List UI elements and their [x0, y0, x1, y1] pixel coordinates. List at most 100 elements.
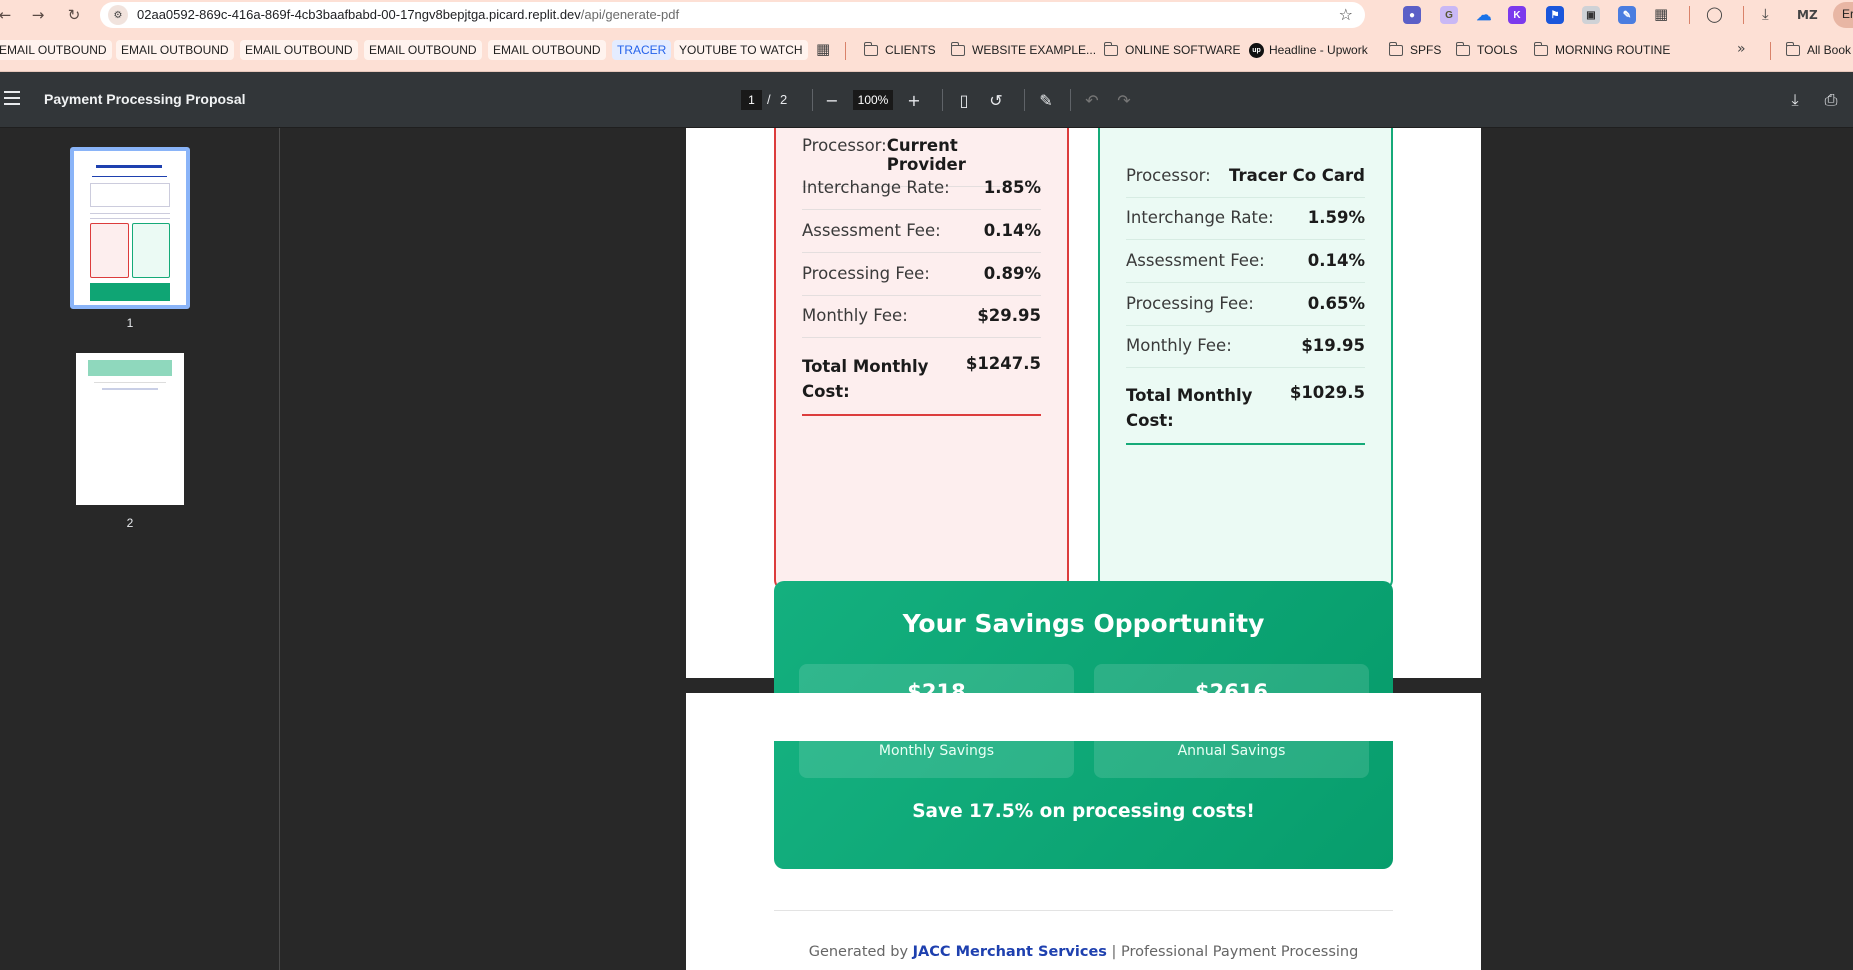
bookmark-label: CLIENTS — [885, 43, 936, 57]
bookmarks-bar: EMAIL OUTBOUND EMAIL OUTBOUND EMAIL OUTB… — [0, 30, 1853, 72]
bookmark-email-outbound-1[interactable]: EMAIL OUTBOUND — [0, 40, 112, 60]
current-provider-card: Processor: Current Provider Interchange … — [774, 128, 1069, 590]
footer-suffix: | Professional Payment Processing — [1111, 944, 1359, 960]
back-arrow-icon[interactable]: ← — [0, 4, 16, 26]
zoom-in-icon[interactable]: + — [902, 88, 926, 112]
total-label: Total Monthly Cost: — [802, 357, 929, 401]
zoom-level-input[interactable]: 100% — [853, 90, 893, 110]
page-thumbnail-1[interactable] — [70, 147, 190, 309]
current-monthly-fee-row: Monthly Fee: $29.95 — [802, 306, 1041, 338]
bookmark-email-outbound-4[interactable]: EMAIL OUTBOUND — [364, 40, 482, 60]
more-bookmarks-chevron-icon[interactable]: » — [1737, 41, 1746, 57]
bookmark-upwork[interactable]: up Headline - Upwork — [1249, 40, 1368, 60]
pdf-page-2: Monthly Savings Annual Savings Save 17.5… — [686, 693, 1481, 970]
site-info-icon[interactable]: ⚙ — [108, 5, 128, 25]
undo-icon[interactable]: ↶ — [1080, 88, 1104, 112]
bookmark-star-icon[interactable]: ☆ — [1339, 5, 1353, 24]
total-pages: 2 — [780, 92, 788, 107]
extension-cast-icon[interactable]: ▣ — [1582, 6, 1600, 24]
bookmark-folder-morning-routine[interactable]: MORNING ROUTINE — [1533, 40, 1671, 60]
browser-address-row: ← → ↻ ⚙ 02aa0592-869c-416a-869f-4cb3baaf… — [0, 0, 1853, 30]
folder-icon — [1455, 41, 1470, 56]
extension-cloud-icon[interactable]: ☁ — [1475, 6, 1493, 24]
thumbnail-label-2: 2 — [126, 516, 134, 530]
total-value: $1029.5 — [1289, 383, 1365, 402]
thumbnail-label-1: 1 — [126, 316, 134, 330]
profile-button[interactable]: Er — [1833, 2, 1853, 28]
bookmark-label: WEBSITE EXAMPLE... — [972, 43, 1097, 57]
address-bar[interactable]: ⚙ 02aa0592-869c-416a-869f-4cb3baafbabd-0… — [100, 2, 1365, 28]
thumbnail-preview — [76, 353, 184, 505]
savings-title: Your Savings Opportunity — [902, 609, 1265, 638]
total-value: $1247.5 — [965, 354, 1041, 373]
bookmark-folder-website-example[interactable]: WEBSITE EXAMPLE... — [950, 40, 1097, 60]
folder-icon — [1388, 41, 1403, 56]
bookmark-folder-tools[interactable]: TOOLS — [1455, 40, 1518, 60]
extension-copilot-icon[interactable]: ● — [1403, 6, 1421, 24]
row-label: Monthly Fee: — [802, 306, 908, 325]
extension-mz-icon[interactable]: MZ — [1797, 8, 1818, 22]
bookmark-tracer[interactable]: TRACER — [612, 40, 672, 60]
redo-icon[interactable]: ↷ — [1112, 88, 1136, 112]
menu-hamburger-icon[interactable] — [4, 91, 20, 105]
bookmark-youtube-to-watch[interactable]: YOUTUBE TO WATCH — [674, 40, 808, 60]
row-value: 0.89% — [983, 264, 1041, 283]
page-separator: / — [767, 92, 771, 107]
row-label: Processor: — [802, 136, 887, 155]
tracer-assessment-row: Assessment Fee: 0.14% — [1126, 251, 1365, 283]
monthly-savings-label: Monthly Savings — [799, 741, 1074, 778]
print-icon[interactable]: ⎙ — [1819, 88, 1843, 112]
bookmark-folder-all-bookmarks[interactable]: All Book — [1785, 40, 1852, 60]
row-value: $29.95 — [977, 306, 1041, 325]
extension-puzzle-badge-icon[interactable]: ✎ — [1618, 6, 1636, 24]
extension-k-icon[interactable]: K — [1508, 6, 1526, 24]
current-page-input[interactable]: 1 — [741, 90, 762, 110]
savings-opportunity-box-continued: Monthly Savings Annual Savings Save 17.5… — [774, 741, 1393, 869]
annotate-pen-icon[interactable]: ✎ — [1034, 88, 1058, 112]
zoom-out-icon[interactable]: − — [820, 88, 844, 112]
bookmark-folder-clients[interactable]: CLIENTS — [863, 40, 936, 60]
folder-icon — [1533, 41, 1548, 56]
page-thumbnail-2[interactable] — [76, 353, 184, 505]
pdf-document-area[interactable]: Processor: Current Provider Interchange … — [281, 128, 1853, 970]
row-label: Processor: — [1126, 166, 1211, 185]
bookmarks-divider — [1770, 42, 1771, 60]
apps-grid-icon[interactable]: ▦ — [816, 40, 830, 58]
bookmark-email-outbound-5[interactable]: EMAIL OUTBOUND — [488, 40, 606, 60]
extension-grammar-icon[interactable]: G — [1440, 6, 1458, 24]
footer-brand: JACC Merchant Services — [912, 944, 1107, 960]
current-total-row: Total Monthly Cost: $1247.5 — [802, 354, 1041, 416]
upwork-icon: up — [1249, 42, 1264, 58]
bookmark-label: TOOLS — [1477, 43, 1518, 57]
reload-icon[interactable]: ↻ — [63, 4, 85, 26]
toolbar-divider — [1689, 6, 1690, 24]
search-tabs-icon[interactable]: ◯ — [1706, 5, 1723, 23]
download-icon[interactable]: ⤓ — [1762, 5, 1769, 23]
rotate-icon[interactable]: ↺ — [984, 88, 1008, 112]
tracer-monthly-fee-row: Monthly Fee: $19.95 — [1126, 336, 1365, 368]
bookmark-label: ONLINE SOFTWARE — [1125, 43, 1241, 57]
bookmark-email-outbound-2[interactable]: EMAIL OUTBOUND — [116, 40, 234, 60]
bookmarks-divider — [845, 42, 846, 60]
folder-icon — [1103, 41, 1118, 56]
row-value: 0.65% — [1307, 294, 1365, 313]
bookmark-label: MORNING ROUTINE — [1555, 43, 1671, 57]
extension-flag-icon[interactable]: ⚑ — [1546, 6, 1564, 24]
row-label: Assessment Fee: — [1126, 251, 1265, 270]
url-text[interactable]: 02aa0592-869c-416a-869f-4cb3baafbabd-00-… — [137, 7, 679, 22]
bookmark-folder-online-software[interactable]: ONLINE SOFTWARE — [1103, 40, 1241, 60]
bookmark-folder-spfs[interactable]: SPFS — [1388, 40, 1441, 60]
fit-page-icon[interactable]: ▯ — [952, 88, 976, 112]
forward-arrow-icon[interactable]: → — [27, 4, 49, 26]
bookmark-label: All Book — [1807, 43, 1852, 57]
bookmark-email-outbound-3[interactable]: EMAIL OUTBOUND — [240, 40, 358, 60]
tracer-co-card: Processor: Tracer Co Card Interchange Ra… — [1098, 128, 1393, 590]
row-value: $19.95 — [1301, 336, 1365, 355]
download-icon[interactable]: ⤓ — [1783, 88, 1807, 112]
folder-icon — [950, 41, 965, 56]
tracer-total-row: Total Monthly Cost: $1029.5 — [1126, 383, 1365, 445]
url-host: 02aa0592-869c-416a-869f-4cb3baafbabd-00-… — [137, 7, 581, 22]
extensions-puzzle-icon[interactable]: ▦ — [1654, 5, 1668, 23]
row-value: Current Provider — [886, 136, 966, 174]
row-value: 0.14% — [1307, 251, 1365, 270]
